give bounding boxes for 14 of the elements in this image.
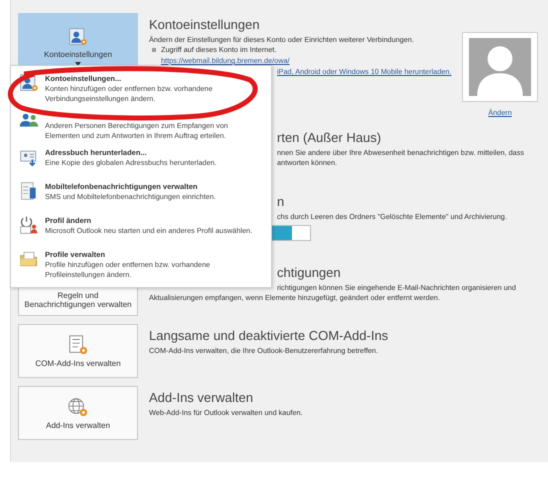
section-heading: Add-Ins verwalten: [149, 390, 254, 405]
section-heading: chtigungen: [277, 265, 341, 280]
account-settings-icon: [68, 26, 88, 46]
section-heading: Langsame und deaktivierte COM-Add-Ins: [149, 328, 388, 343]
globe-gear-icon: [67, 396, 89, 418]
bullet-icon: [152, 48, 156, 52]
profile-switch-icon: [19, 215, 39, 235]
list-gear-icon: [67, 334, 89, 356]
settings-tile[interactable]: COM-Add-Ins verwalten: [18, 324, 138, 378]
section-heading: rten (Außer Haus): [277, 130, 382, 145]
folder-icon: [19, 249, 39, 269]
settings-tile[interactable]: Add-Ins verwalten: [18, 386, 138, 440]
section-heading: n: [277, 194, 284, 209]
section-heading: Kontoeinstellungen: [149, 17, 260, 32]
